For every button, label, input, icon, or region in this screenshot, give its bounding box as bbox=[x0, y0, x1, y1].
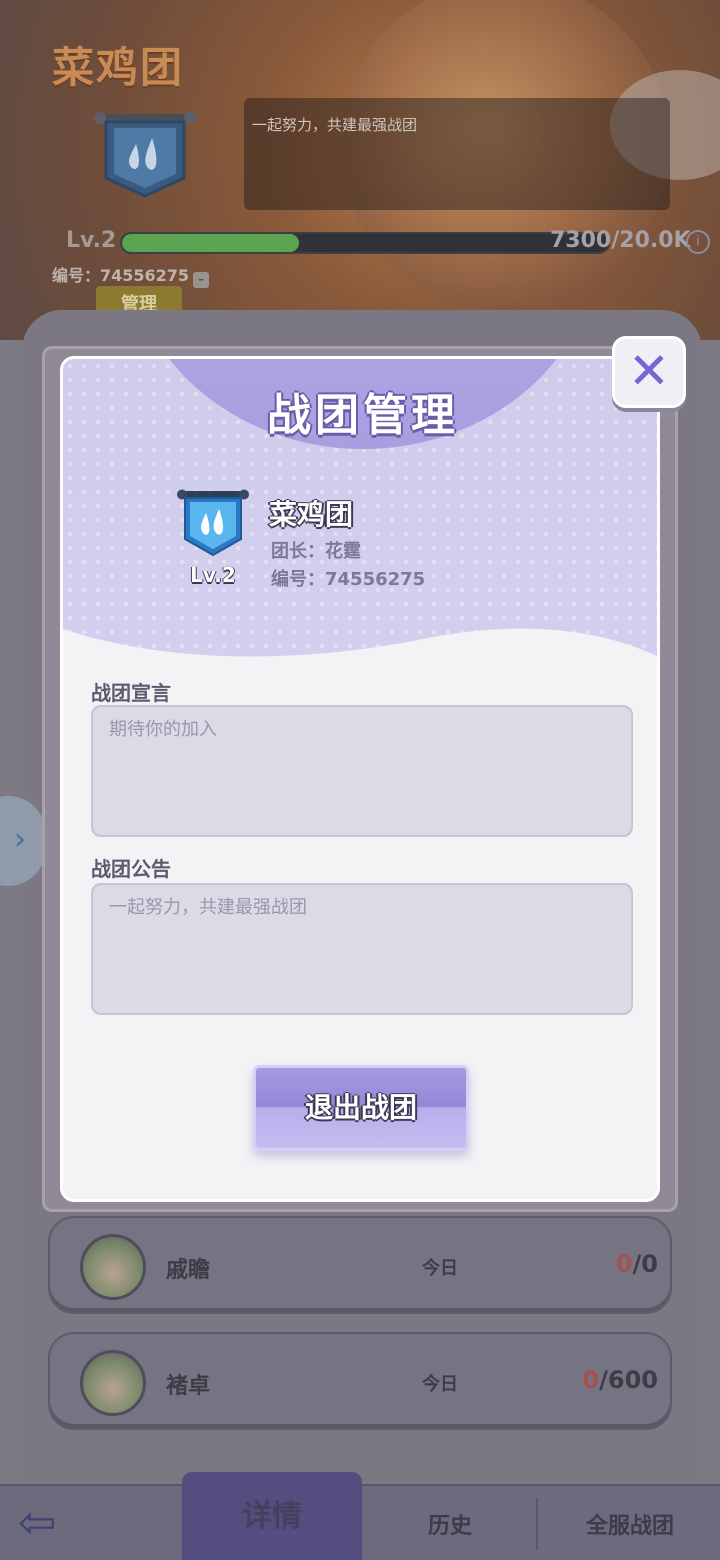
member-row[interactable]: 戚瞻 今日 0/0 bbox=[48, 1216, 672, 1314]
member-score: 0/600 bbox=[582, 1366, 658, 1394]
guild-emblem-level: Lv.2 bbox=[190, 563, 236, 587]
copy-icon[interactable]: – bbox=[193, 272, 210, 288]
info-icon[interactable]: i bbox=[686, 230, 710, 254]
dialog-title: 战团管理 bbox=[267, 390, 459, 441]
member-score-total: /0 bbox=[632, 1250, 658, 1278]
member-score-current: 0 bbox=[582, 1366, 600, 1394]
guild-notice-text: 一起努力，共建最强战团 bbox=[252, 116, 418, 134]
guild-id-row: 编号：74556275– bbox=[52, 262, 210, 288]
member-today-label: 今日 bbox=[422, 1374, 458, 1395]
guild-notice-box: 一起努力，共建最强战团 bbox=[244, 98, 670, 210]
guild-id-text: 编号：74556275 bbox=[52, 266, 190, 285]
tab-details[interactable]: 详情 bbox=[182, 1472, 362, 1560]
declaration-placeholder: 期待你的加入 bbox=[109, 719, 217, 740]
member-today-label: 今日 bbox=[422, 1258, 458, 1279]
quit-guild-button[interactable]: 退出战团 bbox=[253, 1065, 469, 1151]
guild-level-row: Lv.2 7300/20.0K i bbox=[66, 228, 716, 258]
guild-xp-fill bbox=[122, 234, 300, 252]
guild-management-dialog: 战团管理 Lv.2 菜鸡团 团长：花霆 编号：74556275 战团宣言 期待你… bbox=[60, 356, 660, 1202]
member-avatar bbox=[80, 1350, 146, 1416]
member-name: 褚卓 bbox=[166, 1374, 211, 1399]
bottom-nav: ⇦ 详情 历史 全服战团 bbox=[0, 1472, 720, 1560]
close-icon[interactable]: ✕ bbox=[612, 336, 686, 408]
guild-xp-text: 7300/20.0K bbox=[550, 228, 691, 253]
member-score-total: /600 bbox=[599, 1366, 658, 1394]
dialog-guild-id: 编号：74556275 bbox=[271, 569, 426, 590]
declaration-label: 战团宣言 bbox=[91, 681, 171, 705]
member-score-current: 0 bbox=[615, 1250, 633, 1278]
guild-emblem-icon bbox=[177, 489, 249, 557]
tab-history[interactable]: 历史 bbox=[390, 1508, 510, 1540]
announcement-input[interactable]: 一起努力，共建最强战团 bbox=[91, 883, 633, 1015]
guild-banner-icon bbox=[94, 112, 196, 198]
guild-level-label: Lv.2 bbox=[66, 228, 117, 253]
member-name: 戚瞻 bbox=[166, 1258, 211, 1283]
guild-header: 菜鸡团 一起努力，共建最强战团 Lv.2 7300/20.0K i 编号：745… bbox=[0, 0, 720, 340]
member-row[interactable]: 褚卓 今日 0/600 bbox=[48, 1332, 672, 1430]
announcement-placeholder: 一起努力，共建最强战团 bbox=[109, 897, 307, 918]
member-score: 0/0 bbox=[616, 1250, 658, 1278]
guild-title: 菜鸡团 bbox=[52, 43, 185, 92]
declaration-input[interactable]: 期待你的加入 bbox=[91, 705, 633, 837]
arrow-left-icon[interactable]: ⇦ bbox=[18, 1499, 84, 1548]
tab-divider bbox=[536, 1498, 538, 1550]
announcement-label: 战团公告 bbox=[91, 857, 171, 881]
guild-leader: 团长：花霆 bbox=[271, 541, 361, 562]
tab-all-server-guilds[interactable]: 全服战团 bbox=[560, 1508, 700, 1540]
guild-xp-bar bbox=[120, 232, 610, 254]
member-avatar bbox=[80, 1234, 146, 1300]
dialog-guild-name: 菜鸡团 bbox=[269, 498, 354, 531]
